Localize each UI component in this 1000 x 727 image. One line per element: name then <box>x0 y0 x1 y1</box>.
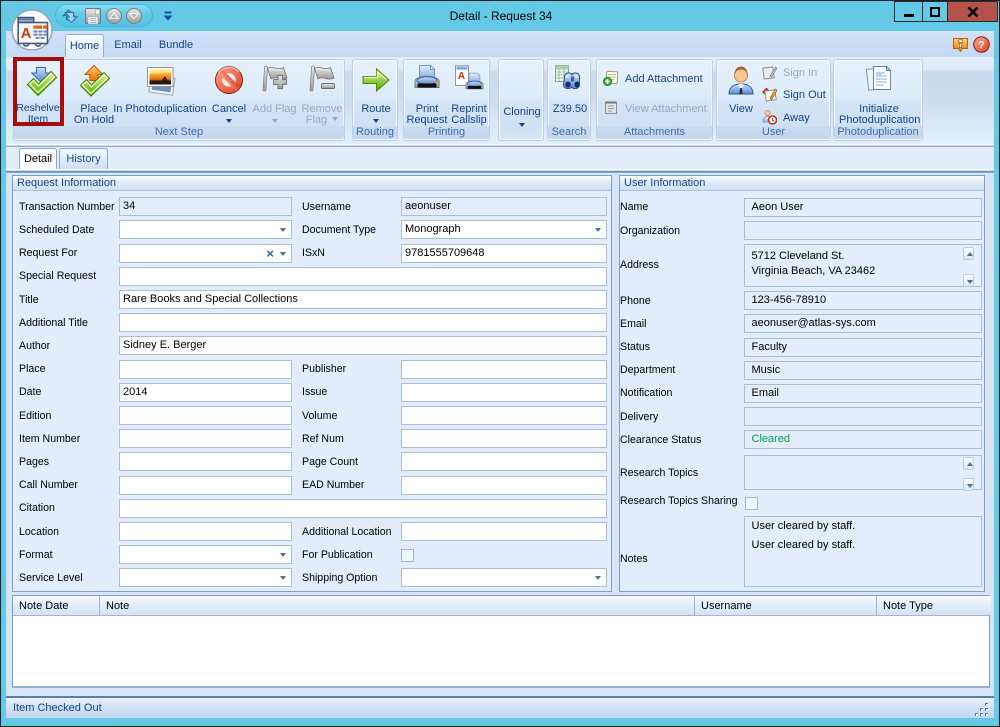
svg-text:A: A <box>21 25 32 42</box>
svg-text:A: A <box>458 71 465 82</box>
svg-text:?: ? <box>978 40 985 52</box>
